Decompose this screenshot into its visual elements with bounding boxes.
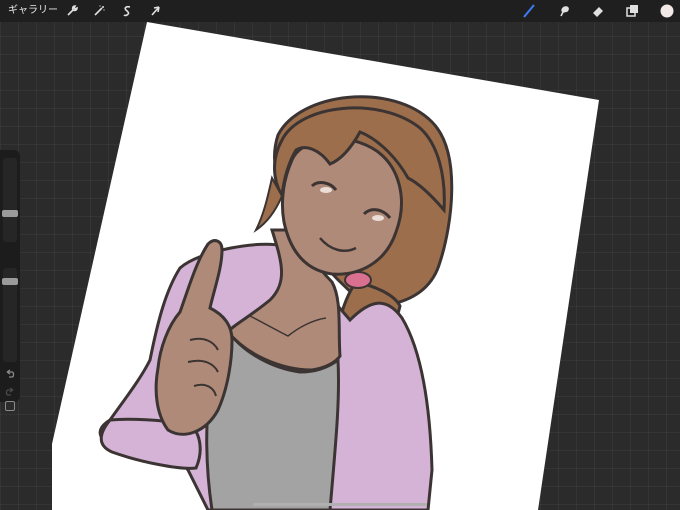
color-swatch[interactable] <box>658 2 676 20</box>
left-sidebar <box>0 150 20 411</box>
undo-icon[interactable] <box>4 368 16 380</box>
top-toolbar: ギャラリー <box>0 0 680 22</box>
brush-size-thumb[interactable] <box>2 210 18 217</box>
brush-size-slider[interactable] <box>2 158 18 242</box>
face <box>280 137 403 276</box>
modify-button[interactable] <box>5 401 15 411</box>
brush-icon[interactable] <box>520 2 538 20</box>
magic-wand-icon[interactable] <box>90 2 108 20</box>
selection-s-icon[interactable] <box>118 2 136 20</box>
opacity-thumb[interactable] <box>2 278 18 285</box>
left-eye-shine <box>320 187 332 193</box>
right-eye-shine <box>372 215 384 221</box>
smudge-icon[interactable] <box>555 2 573 20</box>
drawing-canvas[interactable] <box>0 0 680 510</box>
redo-icon[interactable] <box>4 386 16 398</box>
home-indicator[interactable] <box>253 503 427 506</box>
wrench-icon[interactable] <box>63 2 81 20</box>
layers-icon[interactable] <box>623 2 641 20</box>
opacity-slider[interactable] <box>2 268 18 362</box>
arrow-cursor-icon[interactable] <box>146 2 164 20</box>
gallery-button[interactable]: ギャラリー <box>8 4 58 18</box>
eraser-icon[interactable] <box>589 2 607 20</box>
